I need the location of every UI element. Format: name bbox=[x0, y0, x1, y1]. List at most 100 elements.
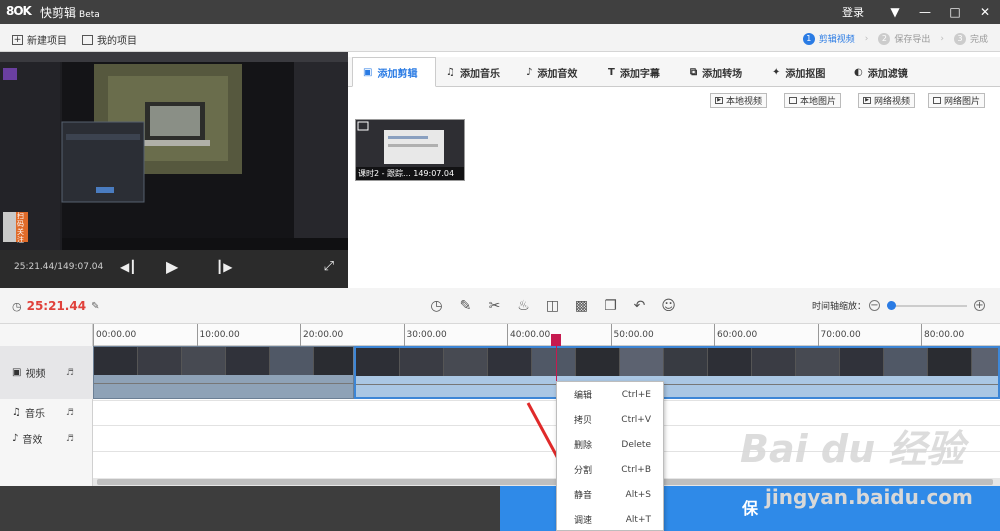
close-icon[interactable]: ✕ bbox=[970, 5, 1000, 19]
filmstrip-frame bbox=[840, 348, 884, 376]
tab-add-cutout[interactable]: ✦ 添加抠图 bbox=[772, 57, 825, 87]
next-frame-icon[interactable]: ┃▶ bbox=[216, 260, 232, 274]
text-icon: T bbox=[608, 66, 615, 78]
music-track-header[interactable]: ♫ 音乐 ♬ bbox=[0, 400, 93, 425]
edit-pencil-small-icon[interactable]: ✎ bbox=[91, 301, 99, 312]
chevron-right-icon: › bbox=[864, 33, 869, 44]
filmstrip-frame bbox=[94, 347, 138, 375]
filmstrip-frame bbox=[182, 347, 226, 375]
crop-icon[interactable]: ▩ bbox=[567, 296, 596, 316]
menu-item-shortcut: Alt+S bbox=[625, 489, 651, 500]
menu-item-label: 拷贝 bbox=[574, 416, 593, 426]
menu-item-copy[interactable]: 拷贝 Ctrl+V bbox=[557, 407, 663, 432]
preview-side-text: 扫码关注 bbox=[17, 212, 24, 244]
online-image-button[interactable]: 网络图片 bbox=[928, 93, 986, 108]
chevron-right-icon: › bbox=[940, 33, 944, 44]
zoom-slider-knob[interactable] bbox=[887, 300, 896, 310]
sound-effect-icon: ♪ bbox=[526, 66, 533, 78]
minimize-icon[interactable]: — bbox=[910, 5, 940, 19]
volume-icon[interactable]: ♬ bbox=[66, 408, 74, 418]
ruler-tick-label: 30:00.00 bbox=[406, 330, 447, 340]
tab-add-filter[interactable]: ◐ 添加滤镜 bbox=[854, 57, 908, 87]
maximize-icon[interactable]: □ bbox=[940, 5, 970, 19]
effect-track-header[interactable]: ♪ 音效 ♬ bbox=[0, 426, 93, 451]
bell-icon[interactable]: ♨ bbox=[509, 296, 538, 316]
online-video-button[interactable]: ▶ 网络视频 bbox=[858, 93, 916, 108]
video-track-label: 视频 bbox=[25, 369, 46, 380]
play-box-icon: ▶ bbox=[863, 97, 871, 104]
filmstrip-frame bbox=[620, 348, 664, 376]
tab-add-clip[interactable]: ▣ 添加剪辑 bbox=[352, 57, 436, 87]
menu-item-shortcut: Delete bbox=[621, 439, 651, 450]
menu-item-mute[interactable]: 静音 Alt+S bbox=[557, 482, 663, 507]
volume-icon[interactable]: ♬ bbox=[66, 368, 74, 378]
new-project-button[interactable]: + 新建项目 bbox=[12, 32, 67, 47]
login-button[interactable]: 登录 bbox=[842, 4, 864, 20]
app-title: 快剪辑 Beta bbox=[40, 4, 100, 21]
effect-track-label: 音效 bbox=[22, 435, 43, 446]
sound-effect-icon: ♪ bbox=[12, 433, 19, 444]
media-clip-thumbnail[interactable]: 课时2 - 跟踪... 149:07.04 bbox=[355, 119, 465, 181]
my-projects-button[interactable]: 我的项目 bbox=[82, 32, 137, 47]
menu-item-speed[interactable]: 调速 Alt+T bbox=[557, 507, 663, 531]
ruler-tick-label: 20:00.00 bbox=[303, 330, 344, 340]
app-title-suffix: Beta bbox=[79, 10, 100, 20]
scissors-icon[interactable]: ✂ bbox=[480, 296, 509, 316]
speed-gauge-icon[interactable]: ◷ bbox=[422, 296, 451, 316]
zoom-slider[interactable] bbox=[887, 300, 967, 310]
volume-icon[interactable]: ♬ bbox=[66, 434, 74, 444]
video-clip-selected[interactable] bbox=[354, 346, 1000, 399]
undo-icon[interactable]: ↶ bbox=[625, 296, 654, 316]
tab-add-subtitle-label: 添加字幕 bbox=[619, 68, 660, 80]
step-1-label: 剪辑视频 bbox=[818, 35, 855, 45]
zoom-in-icon[interactable]: + bbox=[974, 300, 985, 311]
previous-frame-icon[interactable]: ◀┃ bbox=[120, 260, 136, 274]
fullscreen-icon[interactable]: ⤢ bbox=[324, 259, 334, 274]
ruler-tick bbox=[610, 324, 612, 346]
filmstrip-frame bbox=[314, 347, 353, 375]
my-projects-label: 我的项目 bbox=[97, 36, 137, 47]
ruler-tick-label: 70:00.00 bbox=[820, 330, 861, 340]
current-time-value: 25:21.44 bbox=[26, 299, 87, 313]
tab-add-music[interactable]: ♫ 添加音乐 bbox=[446, 57, 500, 87]
ruler-tick-label: 60:00.00 bbox=[717, 330, 758, 340]
tab-add-sound-effect[interactable]: ♪ 添加音效 bbox=[526, 57, 577, 87]
play-icon[interactable]: ▶ bbox=[166, 257, 178, 276]
tab-add-subtitle[interactable]: T 添加字幕 bbox=[608, 57, 660, 87]
filmstrip-frame bbox=[138, 347, 182, 375]
title-bar: 8OK 快剪辑 Beta 登录 ▼ — □ ✕ bbox=[0, 0, 1000, 24]
media-tabs: ▣ 添加剪辑 ♫ 添加音乐 ♪ 添加音效 T 添加字幕 ⧉ 添加转场 ✦ 添加抠图 ◐ 添加滤… bbox=[348, 57, 1000, 87]
tab-add-transition[interactable]: ⧉ 添加转场 bbox=[690, 57, 742, 87]
edit-toolbar: ◷ 25:21.44 ✎ ◷ ✎ ✂ ♨ ◫ ▩ ❐ ↶ ☺ 时间轴缩放： − … bbox=[0, 288, 1000, 324]
smiley-icon[interactable]: ☺ bbox=[654, 296, 683, 316]
video-track-header[interactable]: ▣ 视频 ♬ bbox=[0, 346, 93, 399]
ruler-tick bbox=[196, 324, 198, 346]
pencil-icon[interactable]: ✎ bbox=[451, 296, 480, 316]
copy-icon[interactable]: ❐ bbox=[596, 296, 625, 316]
filmstrip-frame bbox=[400, 348, 444, 376]
menu-item-edit[interactable]: 编辑 Ctrl+E bbox=[557, 382, 663, 407]
local-image-button[interactable]: 本地图片 bbox=[784, 93, 842, 108]
local-video-button[interactable]: ▶ 本地视频 bbox=[710, 93, 768, 108]
window-controls: 登录 ▼ — □ ✕ bbox=[842, 0, 1000, 24]
zoom-out-icon[interactable]: − bbox=[869, 300, 880, 311]
step-2: 2 保存导出 › bbox=[878, 32, 954, 45]
trash-icon[interactable]: ◫ bbox=[538, 296, 567, 316]
image-icon bbox=[789, 97, 797, 104]
menu-item-split[interactable]: 分割 Ctrl+B bbox=[557, 457, 663, 482]
context-menu: 编辑 Ctrl+E 拷贝 Ctrl+V 删除 Delete 分割 Ctrl+B 静音 Al… bbox=[556, 381, 664, 531]
preview-player: 扫码关注 25:21.44/149:07.04 ◀┃ ▶ ┃▶ ⤢ bbox=[0, 52, 348, 288]
preview-screen[interactable]: 扫码关注 bbox=[0, 52, 348, 250]
play-box-icon: ▶ bbox=[715, 97, 723, 104]
menu-item-delete[interactable]: 删除 Delete bbox=[557, 432, 663, 457]
menu-item-label: 分割 bbox=[574, 466, 593, 476]
menu-triangle-icon[interactable]: ▼ bbox=[880, 5, 910, 19]
watermark-url: jingyan.baidu.com bbox=[765, 485, 973, 509]
timeline-ruler[interactable]: 00:00.00 10:00.00 20:00.00 30:00.00 40:00.00… bbox=[93, 324, 1000, 346]
menu-item-shortcut: Alt+T bbox=[625, 514, 651, 525]
playhead-handle[interactable] bbox=[551, 334, 561, 346]
filter-icon: ◐ bbox=[854, 66, 863, 78]
video-clip[interactable] bbox=[93, 346, 354, 399]
cutout-star-icon: ✦ bbox=[772, 66, 781, 78]
clip-filmstrip bbox=[94, 347, 353, 375]
